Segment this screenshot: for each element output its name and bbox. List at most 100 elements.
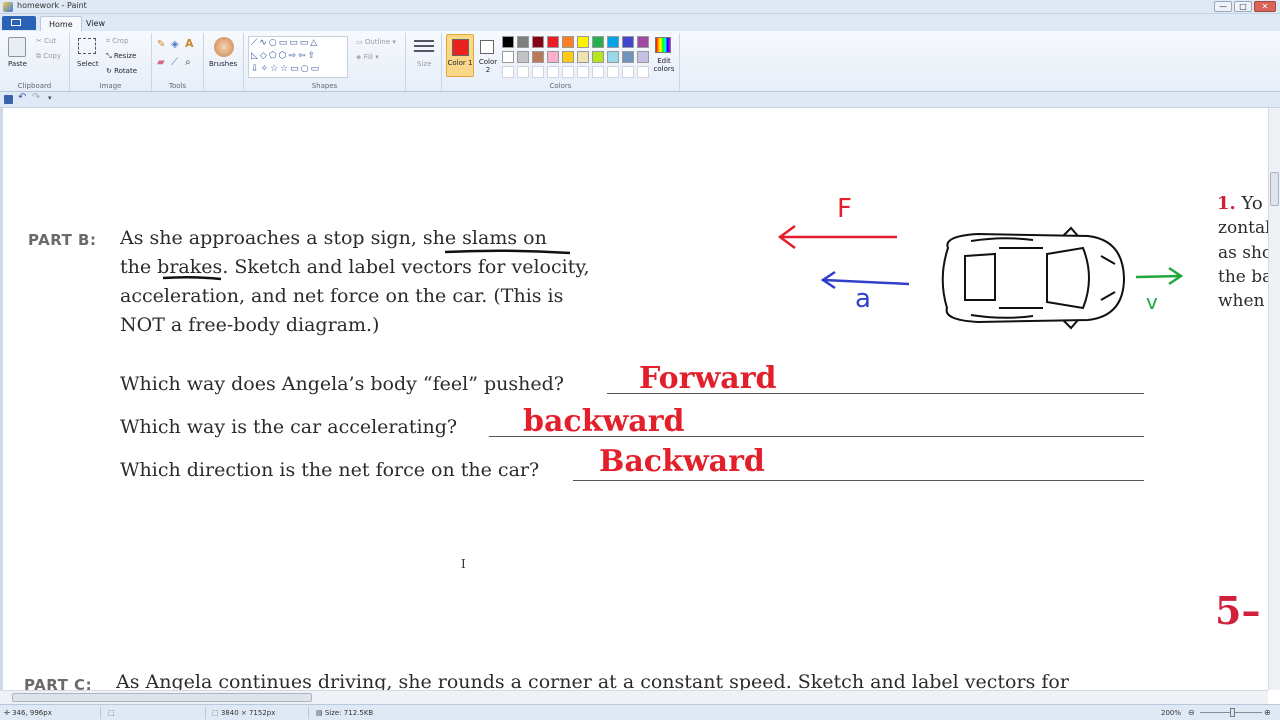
- zoom-out-icon[interactable]: ⊖: [1188, 708, 1195, 717]
- palette-swatch[interactable]: [562, 36, 574, 48]
- file-menu-icon: [11, 19, 21, 26]
- customize-toolbar-icon[interactable]: ▾: [48, 94, 52, 102]
- palette-swatch[interactable]: [607, 36, 619, 48]
- palette-swatch[interactable]: [532, 36, 544, 48]
- palette-swatch[interactable]: [547, 36, 559, 48]
- right-col-line-1: 1. Yo: [1217, 193, 1263, 214]
- palette-swatch[interactable]: [547, 66, 559, 78]
- palette-swatch[interactable]: [577, 51, 589, 63]
- size-button[interactable]: Size: [417, 60, 431, 68]
- shapes-group-label: Shapes: [311, 82, 338, 90]
- palette-swatch[interactable]: [517, 51, 529, 63]
- redo-icon[interactable]: ↷: [32, 92, 40, 103]
- color2-selector[interactable]: Color 2: [476, 34, 500, 77]
- shapes-gallery[interactable]: ⟋∿○▭▭▭△ ◺◇⬠⬡⇨⇦⇧ ⇩✧☆☆▭○▭: [248, 36, 348, 78]
- eraser-icon[interactable]: ▰: [157, 57, 165, 68]
- text-icon[interactable]: A: [185, 37, 194, 50]
- paste-button[interactable]: Paste: [8, 60, 27, 68]
- paste-icon[interactable]: [8, 37, 26, 57]
- resize-label: Resize: [113, 52, 137, 60]
- horizontal-scroll-thumb[interactable]: [12, 693, 312, 702]
- cursor-position-value: 346, 996px: [12, 709, 52, 717]
- colors-group: Color 1 Color 2 Edit colors Colors: [442, 33, 680, 91]
- zoom-in-icon[interactable]: ⊕: [1264, 708, 1271, 717]
- tab-view[interactable]: View: [78, 16, 113, 31]
- shapes-group: ⟋∿○▭▭▭△ ◺◇⬠⬡⇨⇦⇧ ⇩✧☆☆▭○▭ ▭ Outline ▾ ◈ Fill…: [244, 33, 406, 91]
- color-picker-icon[interactable]: ⟋: [171, 57, 178, 68]
- horizontal-scrollbar[interactable]: [0, 690, 1268, 704]
- rotate-label: Rotate: [114, 67, 138, 75]
- magnifier-icon[interactable]: ⌕: [185, 57, 191, 68]
- clipboard-group-label: Clipboard: [17, 82, 52, 90]
- palette-swatch[interactable]: [622, 66, 634, 78]
- color1-selector[interactable]: Color 1: [446, 34, 474, 77]
- vertical-scroll-thumb[interactable]: [1270, 172, 1279, 206]
- brushes-button[interactable]: Brushes: [209, 60, 237, 68]
- cut-button[interactable]: ✂ Cut: [36, 37, 56, 45]
- palette-swatch[interactable]: [577, 66, 589, 78]
- palette-swatch[interactable]: [637, 36, 649, 48]
- outline-button[interactable]: ▭ Outline ▾: [356, 38, 396, 46]
- copy-label: Copy: [43, 52, 61, 60]
- zoom-slider-thumb[interactable]: [1230, 708, 1235, 717]
- right-col-line-5: when: [1218, 291, 1265, 311]
- palette-swatch[interactable]: [592, 66, 604, 78]
- answer-2: backward: [523, 404, 685, 439]
- palette-swatch[interactable]: [637, 51, 649, 63]
- palette-swatch[interactable]: [502, 36, 514, 48]
- minimize-button[interactable]: —: [1214, 1, 1232, 12]
- crop-button[interactable]: ⌗ Crop: [106, 37, 129, 46]
- palette-swatch[interactable]: [607, 51, 619, 63]
- tab-home[interactable]: Home: [40, 16, 82, 31]
- close-button[interactable]: ✕: [1254, 1, 1276, 12]
- question-1: Which way does Angela’s body “feel” push…: [120, 373, 564, 395]
- palette-swatch[interactable]: [532, 66, 544, 78]
- status-bar: ✛ 346, 996px ⬚ ⬚ 3840 × 7152px ▤ Size: 7…: [0, 704, 1280, 720]
- image-dimensions-value: 3840 × 7152px: [220, 709, 276, 717]
- size-icon[interactable]: [414, 40, 434, 54]
- question-2: Which way is the car accelerating?: [120, 416, 458, 438]
- palette-swatch[interactable]: [592, 36, 604, 48]
- color1-label: Color 1: [447, 59, 473, 67]
- zoom-level: 200%: [1161, 709, 1182, 717]
- save-icon[interactable]: [4, 95, 13, 104]
- right-col-line-4: the ba: [1218, 267, 1268, 287]
- palette-swatch[interactable]: [517, 36, 529, 48]
- palette-swatch[interactable]: [592, 51, 604, 63]
- fill-icon[interactable]: ◈: [171, 39, 179, 50]
- image-dimensions: ⬚ 3840 × 7152px: [212, 709, 276, 717]
- tools-group: ✎ ◈ A ▰ ⟋ ⌕ Tools: [152, 33, 204, 91]
- palette-swatch[interactable]: [622, 51, 634, 63]
- file-size: ▤ Size: 712.5KB: [316, 709, 374, 717]
- brush-icon[interactable]: [214, 37, 234, 57]
- vertical-scrollbar[interactable]: [1268, 108, 1280, 690]
- canvas[interactable]: PART B: As she approaches a stop sign, s…: [0, 108, 1268, 690]
- palette-swatch[interactable]: [502, 51, 514, 63]
- edit-colors-button[interactable]: Edit colors: [652, 36, 674, 78]
- palette-swatch[interactable]: [562, 66, 574, 78]
- fill-button[interactable]: ◈ Fill ▾: [356, 53, 379, 61]
- palette-swatch[interactable]: [532, 51, 544, 63]
- paint-app-icon[interactable]: [3, 2, 13, 12]
- palette-swatch[interactable]: [607, 66, 619, 78]
- question-3: Which direction is the net force on the …: [120, 459, 540, 481]
- outline-label: Outline: [364, 38, 391, 46]
- pencil-icon[interactable]: ✎: [157, 39, 165, 50]
- select-button[interactable]: Select: [77, 60, 99, 68]
- palette-swatch[interactable]: [577, 36, 589, 48]
- copy-button[interactable]: ⧉ Copy: [36, 52, 61, 61]
- quick-access-toolbar: ↶ ↷ ▾: [0, 92, 1280, 108]
- rotate-button[interactable]: ↻ Rotate: [106, 67, 137, 75]
- palette-swatch[interactable]: [517, 66, 529, 78]
- palette-swatch[interactable]: [502, 66, 514, 78]
- resize-button[interactable]: ⤡ Resize: [106, 52, 136, 61]
- car-drawing: [941, 226, 1126, 330]
- file-menu-button[interactable]: [2, 16, 36, 30]
- palette-swatch[interactable]: [562, 51, 574, 63]
- palette-swatch[interactable]: [547, 51, 559, 63]
- palette-swatch[interactable]: [637, 66, 649, 78]
- maximize-button[interactable]: □: [1234, 1, 1252, 12]
- palette-swatch[interactable]: [622, 36, 634, 48]
- undo-icon[interactable]: ↶: [18, 92, 26, 103]
- select-icon[interactable]: [78, 38, 96, 54]
